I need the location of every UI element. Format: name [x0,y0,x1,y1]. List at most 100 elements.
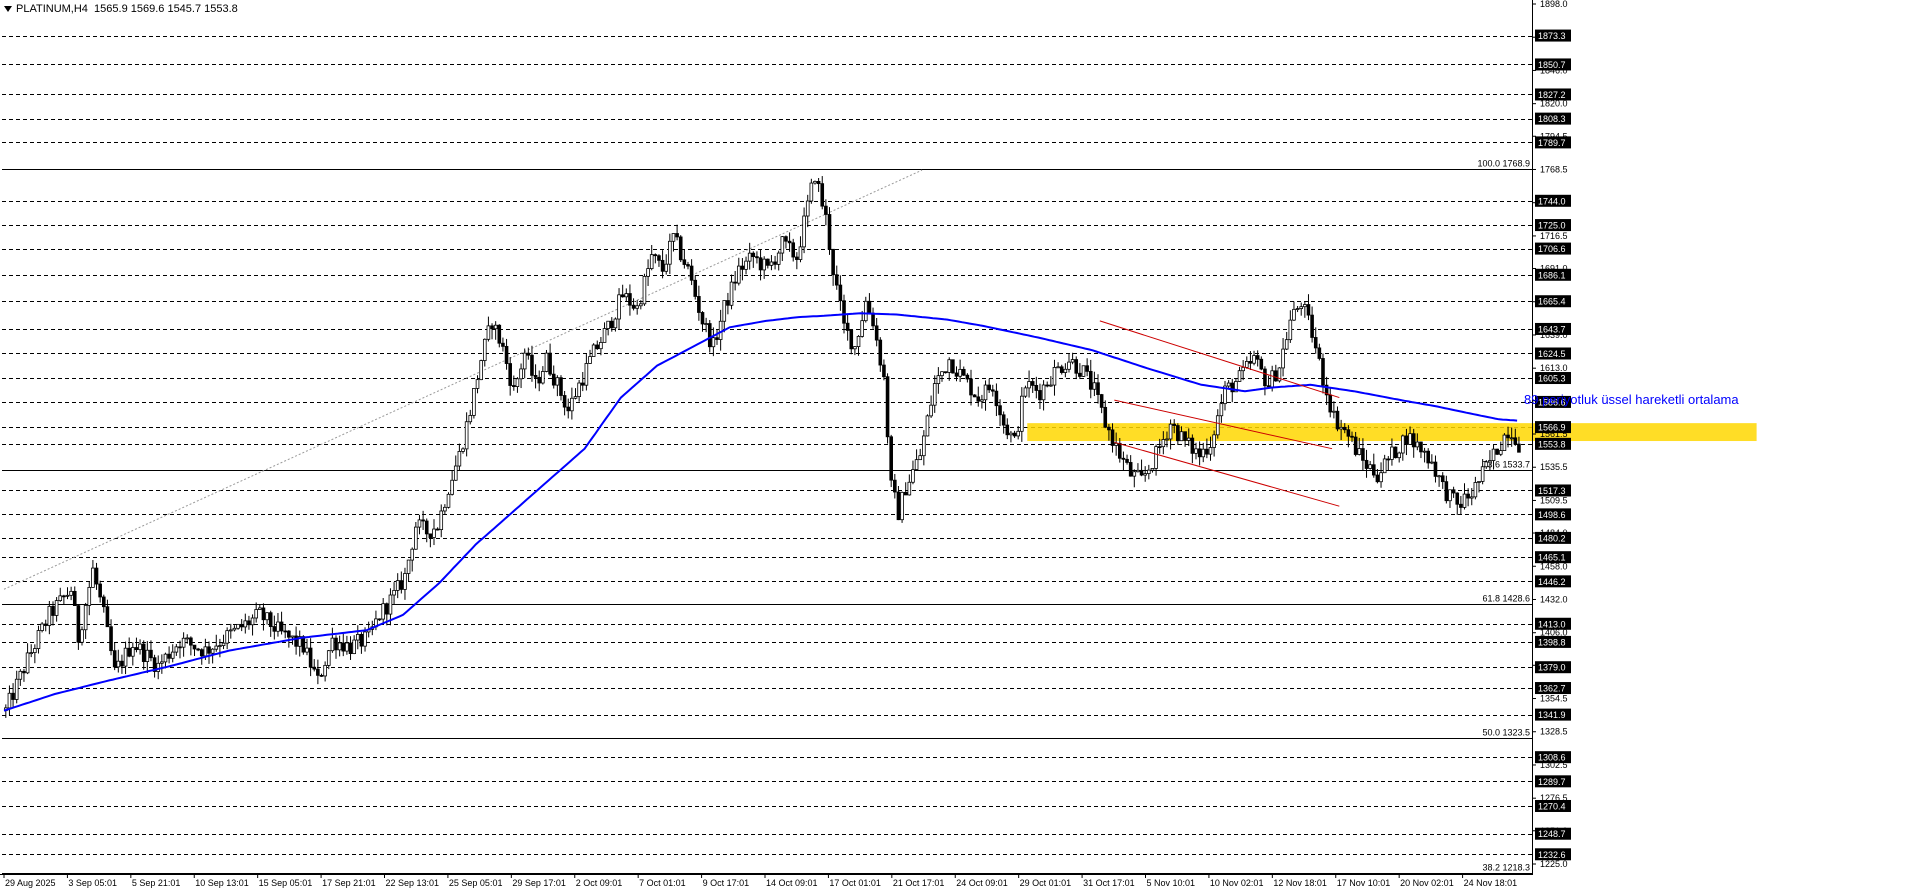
candle-body [798,246,803,260]
candle-body [254,609,258,619]
candle-body [987,384,991,391]
yellow-zone[interactable] [1027,423,1757,442]
candle-body [707,323,712,348]
candle-body [424,520,429,535]
candle-body [54,600,59,616]
candle-body [591,344,596,357]
candle-body [961,368,966,376]
candle-body [1498,450,1503,455]
candle-body [715,337,719,340]
candle-body [141,643,146,662]
candle-body [1321,358,1325,386]
candle-body [642,275,647,305]
candle-body [1364,459,1369,469]
candle-body [1284,339,1289,350]
candle-body [925,415,930,437]
candle-body [1244,361,1249,368]
candle-body [751,252,756,258]
candle-body [664,263,669,272]
time-tick-label: 24 Nov 18:01 [1464,878,1518,888]
level-price-text: 1665.4 [1538,297,1566,307]
candle-body [1248,361,1253,364]
candle-body [1299,306,1304,309]
candle-body [842,300,846,324]
candle-body [352,639,356,655]
candle-body [1212,434,1216,448]
level-price-text: 1480.2 [1538,533,1566,543]
candle-body [570,397,574,412]
candle-body [526,352,531,356]
candle-body [620,294,625,298]
candle-body [334,637,338,651]
candle-body [341,642,346,652]
candle-body [482,338,487,361]
price-chart[interactable]: 100.0 1768.973.6 1533.761.8 1428.650.0 1… [0,0,1916,888]
candle-body [747,252,752,262]
candle-body [1502,434,1507,452]
candle-body [51,605,55,616]
candle-body [1107,426,1111,431]
candle-body [911,469,915,483]
candle-body [559,377,563,396]
candle-body [1020,395,1024,432]
support-resistance-zone [1027,423,1757,442]
candle-body [435,528,440,531]
candle-body [1484,461,1489,468]
level-price-text: 1643.7 [1538,324,1566,334]
candle-body [1382,458,1387,474]
candle-body [519,368,523,380]
candle-body [1404,435,1409,445]
candle-body [1274,370,1278,382]
level-price-text: 1873.3 [1538,31,1566,41]
candle-body [1444,481,1449,502]
candle-body [1059,366,1064,373]
dropdown-triangle-icon[interactable] [4,6,12,13]
candle-body [308,647,313,668]
candle-body [395,580,400,591]
candle-body [363,631,367,647]
candle-body [718,320,723,340]
candle-body [1437,475,1441,478]
candle-body [820,183,825,207]
candle-body [94,567,99,585]
candle-body [588,356,592,364]
time-tick-label: 24 Oct 09:01 [956,878,1008,888]
candle-body [653,254,658,257]
candle-body [1411,433,1416,448]
candle-body [127,647,131,657]
candle-body [1027,381,1031,389]
candle-body [544,352,549,372]
candle-body [609,320,614,329]
candle-body [776,252,781,265]
candle-body [461,448,465,452]
candle-body [174,646,179,653]
candle-body [25,652,30,674]
level-price-text: 1827.2 [1538,90,1566,100]
candle-body [1335,410,1340,430]
candle-body [1480,466,1485,482]
candle-body [972,394,977,398]
candle-body [1103,406,1108,428]
candle-body [1342,426,1347,431]
candle-body [1255,355,1260,360]
candle-body [1136,469,1140,473]
candle-body [827,214,832,250]
candle-body [87,586,92,606]
candle-body [668,240,672,265]
fib-level-label: 100.0 1768.9 [1477,159,1530,169]
candle-body [1448,489,1452,502]
candle-body [1375,474,1380,483]
candle-body [236,623,240,629]
candle-body [62,595,66,598]
candle-body [697,296,701,313]
level-price-text: 1725.0 [1538,221,1566,231]
candle-body [1517,443,1521,453]
candle-body [943,371,948,374]
candle-body [43,623,48,626]
candle-body [1339,426,1343,430]
level-price-text: 1232.6 [1538,850,1566,860]
candle-body [403,573,407,590]
candle-body [504,345,509,364]
time-tick-label: 21 Oct 17:01 [893,878,945,888]
candle-body [225,630,229,644]
